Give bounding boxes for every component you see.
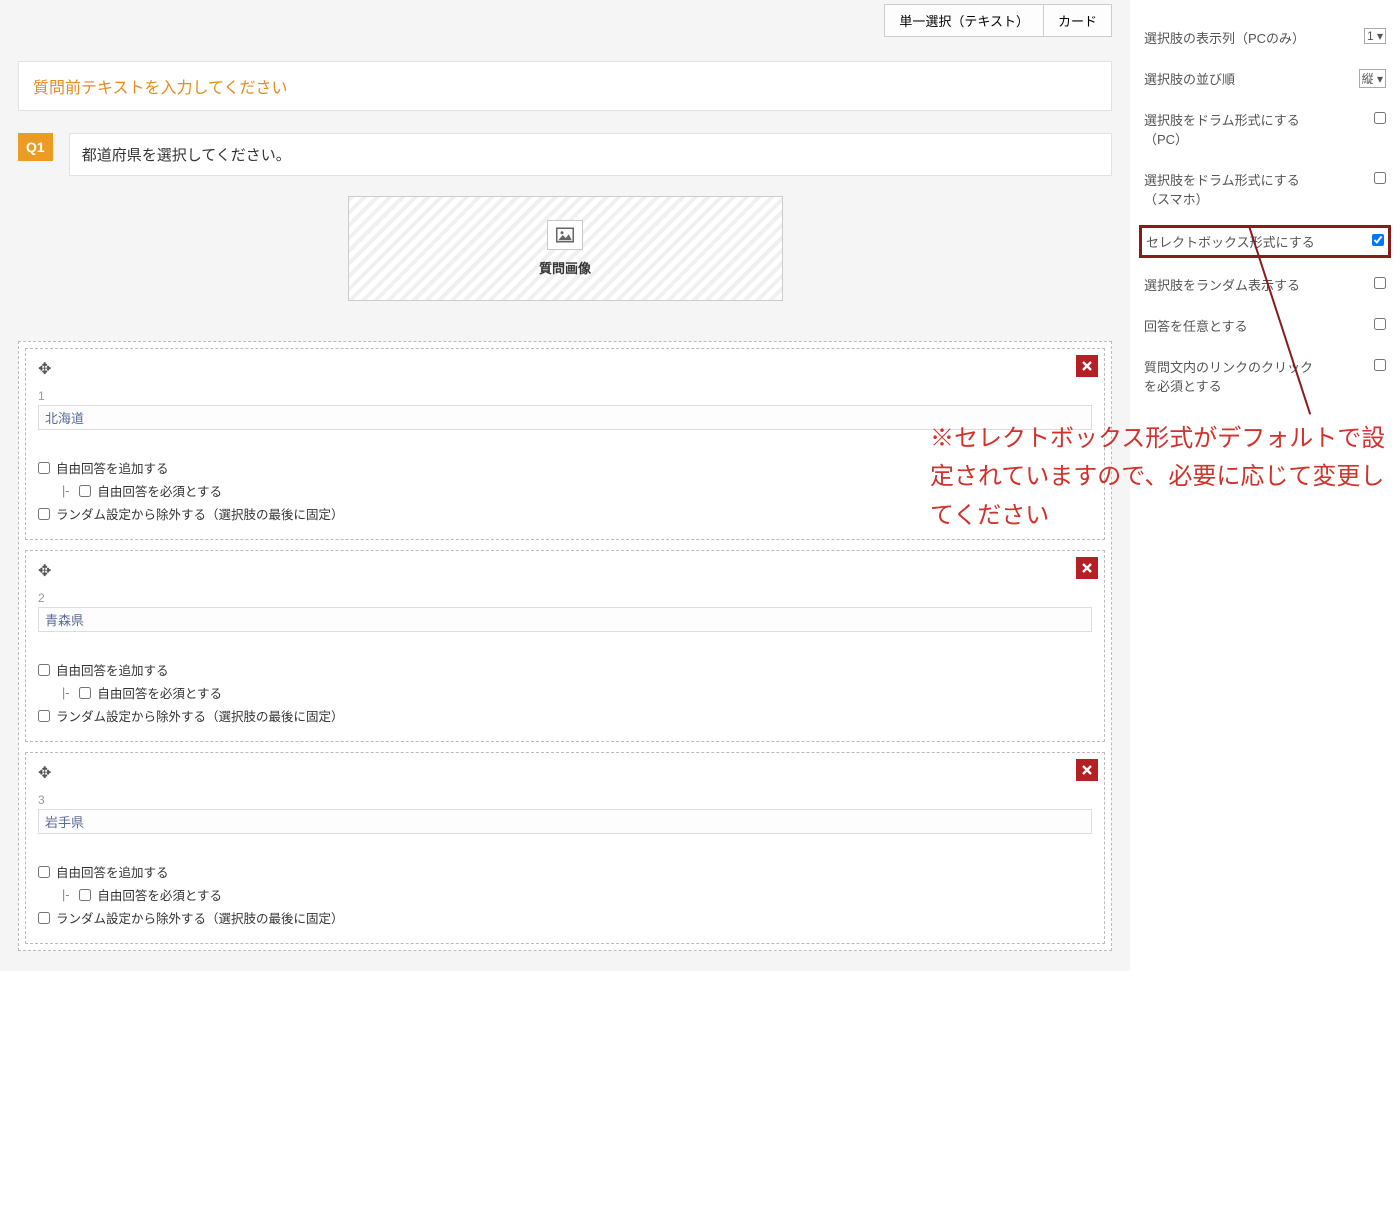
- add-free-answer-checkbox[interactable]: [38, 664, 50, 676]
- setting-row: 選択肢の並び順 縦 ▾: [1144, 69, 1386, 88]
- add-free-answer-row[interactable]: 自由回答を追加する: [38, 862, 1092, 881]
- setting-checkbox[interactable]: [1374, 318, 1386, 330]
- option-block: ✥ 2 自由回答を追加する 自由回答を必須とする ランダム設定から除外する（選択…: [25, 550, 1105, 742]
- option-block: ✥ 3 自由回答を追加する 自由回答を必須とする ランダム設定から除外する（選択…: [25, 752, 1105, 944]
- setting-select[interactable]: 1 ▾: [1364, 28, 1386, 44]
- question-image-label: 質問画像: [539, 258, 591, 277]
- drag-handle-icon[interactable]: ✥: [38, 361, 51, 378]
- exclude-random-label: ランダム設定から除外する（選択肢の最後に固定）: [56, 504, 344, 523]
- option-index: 2: [38, 591, 1092, 605]
- setting-checkbox[interactable]: [1374, 172, 1386, 184]
- exclude-random-row[interactable]: ランダム設定から除外する（選択肢の最後に固定）: [38, 706, 1092, 725]
- close-icon: [1081, 562, 1093, 574]
- exclude-random-row[interactable]: ランダム設定から除外する（選択肢の最後に固定）: [38, 908, 1092, 927]
- type-single-text-button[interactable]: 単一選択（テキスト）: [884, 4, 1044, 37]
- free-answer-required-label: 自由回答を必須とする: [97, 885, 222, 904]
- add-free-answer-label: 自由回答を追加する: [56, 458, 169, 477]
- setting-row: 質問文内のリンクのクリックを必須とする: [1144, 357, 1386, 395]
- free-answer-required-row[interactable]: 自由回答を必須とする: [38, 683, 1092, 702]
- free-answer-required-label: 自由回答を必須とする: [97, 683, 222, 702]
- add-free-answer-row[interactable]: 自由回答を追加する: [38, 660, 1092, 679]
- type-card-button[interactable]: カード: [1044, 4, 1112, 37]
- exclude-random-checkbox[interactable]: [38, 508, 50, 520]
- question-image-drop[interactable]: 質問画像: [348, 196, 783, 301]
- settings-sidebar: 選択肢の表示列（PCのみ） 1 ▾ 選択肢の並び順 縦 ▾ 選択肢をドラム形式にする（P…: [1130, 0, 1400, 971]
- delete-option-button[interactable]: [1076, 355, 1098, 377]
- annotation-text: ※セレクトボックス形式がデフォルトで設定されていますので、必要に応じて変更してく…: [930, 420, 1390, 535]
- setting-label: 選択肢の並び順: [1144, 69, 1235, 88]
- free-answer-required-checkbox[interactable]: [79, 687, 91, 699]
- close-icon: [1081, 360, 1093, 372]
- option-text-input[interactable]: [38, 607, 1092, 632]
- free-answer-required-row[interactable]: 自由回答を必須とする: [38, 885, 1092, 904]
- exclude-random-checkbox[interactable]: [38, 912, 50, 924]
- setting-row: セレクトボックス形式にする: [1144, 230, 1386, 253]
- setting-label: 回答を任意とする: [1144, 316, 1248, 335]
- setting-checkbox[interactable]: [1372, 234, 1384, 246]
- setting-select[interactable]: 縦 ▾: [1359, 69, 1386, 88]
- exclude-random-label: ランダム設定から除外する（選択肢の最後に固定）: [56, 908, 344, 927]
- question-number-badge: Q1: [18, 133, 53, 161]
- exclude-random-label: ランダム設定から除外する（選択肢の最後に固定）: [56, 706, 344, 725]
- close-icon: [1081, 764, 1093, 776]
- free-answer-required-label: 自由回答を必須とする: [97, 481, 222, 500]
- setting-label: 選択肢をランダム表示する: [1144, 275, 1300, 294]
- drag-handle-icon[interactable]: ✥: [38, 563, 51, 580]
- setting-row: 選択肢の表示列（PCのみ） 1 ▾: [1144, 28, 1386, 47]
- add-free-answer-label: 自由回答を追加する: [56, 862, 169, 881]
- option-index: 3: [38, 793, 1092, 807]
- exclude-random-checkbox[interactable]: [38, 710, 50, 722]
- setting-row: 選択肢をドラム形式にする（PC）: [1144, 110, 1386, 148]
- option-index: 1: [38, 389, 1092, 403]
- image-icon: [556, 227, 574, 243]
- question-row: Q1 都道府県を選択してください。: [18, 133, 1112, 176]
- setting-label: 選択肢をドラム形式にする（PC）: [1144, 110, 1324, 148]
- free-answer-required-checkbox[interactable]: [79, 485, 91, 497]
- add-free-answer-checkbox[interactable]: [38, 462, 50, 474]
- delete-option-button[interactable]: [1076, 557, 1098, 579]
- setting-label: 選択肢の表示列（PCのみ）: [1144, 28, 1305, 47]
- add-free-answer-label: 自由回答を追加する: [56, 660, 169, 679]
- question-type-toolbar: 単一選択（テキスト） カード: [18, 0, 1112, 61]
- drag-handle-icon[interactable]: ✥: [38, 765, 51, 782]
- add-free-answer-checkbox[interactable]: [38, 866, 50, 878]
- pretext-input[interactable]: 質問前テキストを入力してください: [18, 61, 1112, 111]
- setting-checkbox[interactable]: [1374, 359, 1386, 371]
- setting-row: 選択肢をドラム形式にする（スマホ）: [1144, 170, 1386, 208]
- option-text-input[interactable]: [38, 809, 1092, 834]
- setting-row: 回答を任意とする: [1144, 316, 1386, 335]
- question-text-input[interactable]: 都道府県を選択してください。: [69, 133, 1112, 176]
- setting-checkbox[interactable]: [1374, 112, 1386, 124]
- image-icon-box: [547, 220, 583, 250]
- setting-label: 選択肢をドラム形式にする（スマホ）: [1144, 170, 1324, 208]
- free-answer-required-checkbox[interactable]: [79, 889, 91, 901]
- setting-checkbox[interactable]: [1374, 277, 1386, 289]
- setting-label: セレクトボックス形式にする: [1146, 232, 1315, 251]
- delete-option-button[interactable]: [1076, 759, 1098, 781]
